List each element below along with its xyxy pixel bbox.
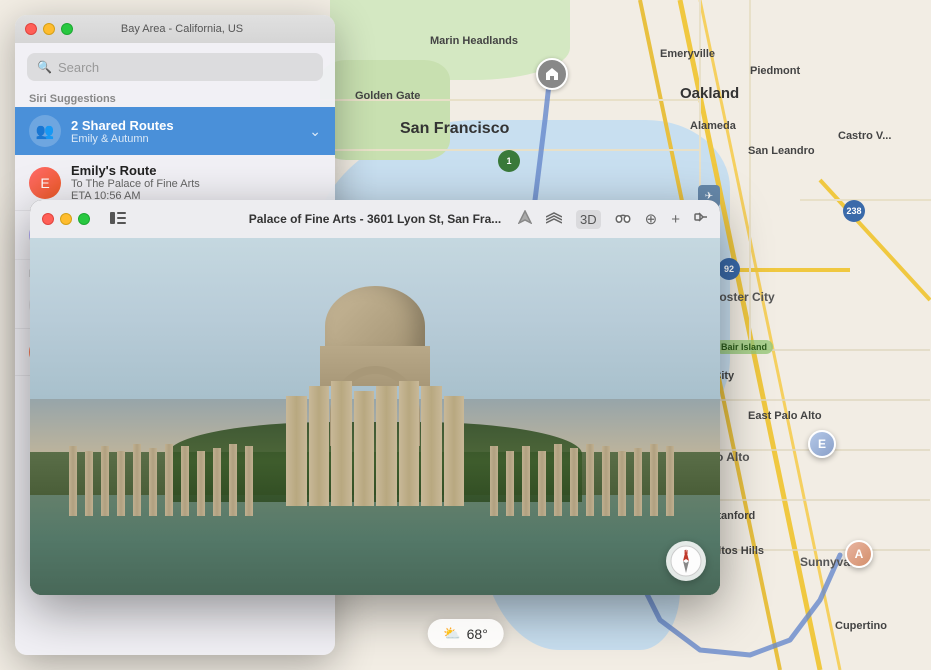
shared-routes-subtitle: Emily & Autumn bbox=[71, 133, 299, 145]
compass-rose[interactable]: N bbox=[666, 541, 706, 581]
weather-temperature: 68° bbox=[467, 626, 488, 642]
emily-route-title: Emily's Route bbox=[71, 163, 321, 178]
home-pin[interactable] bbox=[536, 58, 568, 90]
favorite-circle-icon[interactable]: ⊕ bbox=[645, 210, 658, 228]
person-pin-emily[interactable]: E bbox=[808, 430, 836, 458]
map-layers-icon[interactable] bbox=[546, 211, 562, 228]
weather-icon: ⛅ bbox=[443, 625, 460, 642]
sidebar-toggle-button[interactable] bbox=[106, 210, 130, 229]
palace-maximize-button[interactable] bbox=[78, 213, 90, 225]
weather-widget[interactable]: ⛅ 68° bbox=[427, 619, 504, 648]
palace-window: Palace of Fine Arts - 3601 Lyon St, San … bbox=[30, 200, 720, 595]
palace-minimize-button[interactable] bbox=[60, 213, 72, 225]
emily-route-destination: To The Palace of Fine Arts bbox=[71, 178, 321, 190]
palace-titlebar: Palace of Fine Arts - 3601 Lyon St, San … bbox=[30, 200, 720, 238]
chevron-icon: ⌄ bbox=[309, 123, 321, 140]
search-icon: 🔍 bbox=[37, 60, 52, 74]
sidebar-window-title: Bay Area - California, US bbox=[39, 23, 325, 35]
emily-avatar: E bbox=[29, 167, 61, 199]
highway-badge-92: 92 bbox=[718, 258, 740, 280]
search-input[interactable]: Search bbox=[58, 60, 99, 75]
highway-badge-238: 238 bbox=[843, 200, 865, 222]
palace-window-title: Palace of Fine Arts - 3601 Lyon St, San … bbox=[249, 212, 502, 226]
titlebar-actions: 3D ⊕ + bbox=[518, 210, 708, 229]
shared-routes-icon: 👥 bbox=[29, 115, 61, 147]
person-pin-autumn[interactable]: A bbox=[845, 540, 873, 568]
navigate-icon[interactable] bbox=[518, 210, 532, 228]
palace-image: N bbox=[30, 238, 720, 595]
add-icon[interactable]: + bbox=[671, 211, 680, 228]
palace-close-button[interactable] bbox=[42, 213, 54, 225]
close-button[interactable] bbox=[25, 23, 37, 35]
map-label-bair-island: Bair Island bbox=[715, 340, 773, 354]
highway-badge-1: 1 bbox=[498, 150, 520, 172]
share-icon[interactable] bbox=[694, 210, 708, 228]
sidebar-titlebar: Bay Area - California, US bbox=[15, 15, 335, 43]
svg-text:N: N bbox=[684, 550, 688, 556]
shared-routes-title: 2 Shared Routes bbox=[71, 118, 299, 133]
search-bar[interactable]: 🔍 Search bbox=[27, 53, 323, 81]
binoculars-icon[interactable] bbox=[615, 211, 631, 228]
siri-suggestions-label: Siri Suggestions bbox=[15, 89, 335, 107]
shared-routes-item[interactable]: 👥 2 Shared Routes Emily & Autumn ⌄ bbox=[15, 107, 335, 155]
3d-button[interactable]: 3D bbox=[576, 210, 601, 229]
palace-dome-structure bbox=[215, 286, 535, 506]
